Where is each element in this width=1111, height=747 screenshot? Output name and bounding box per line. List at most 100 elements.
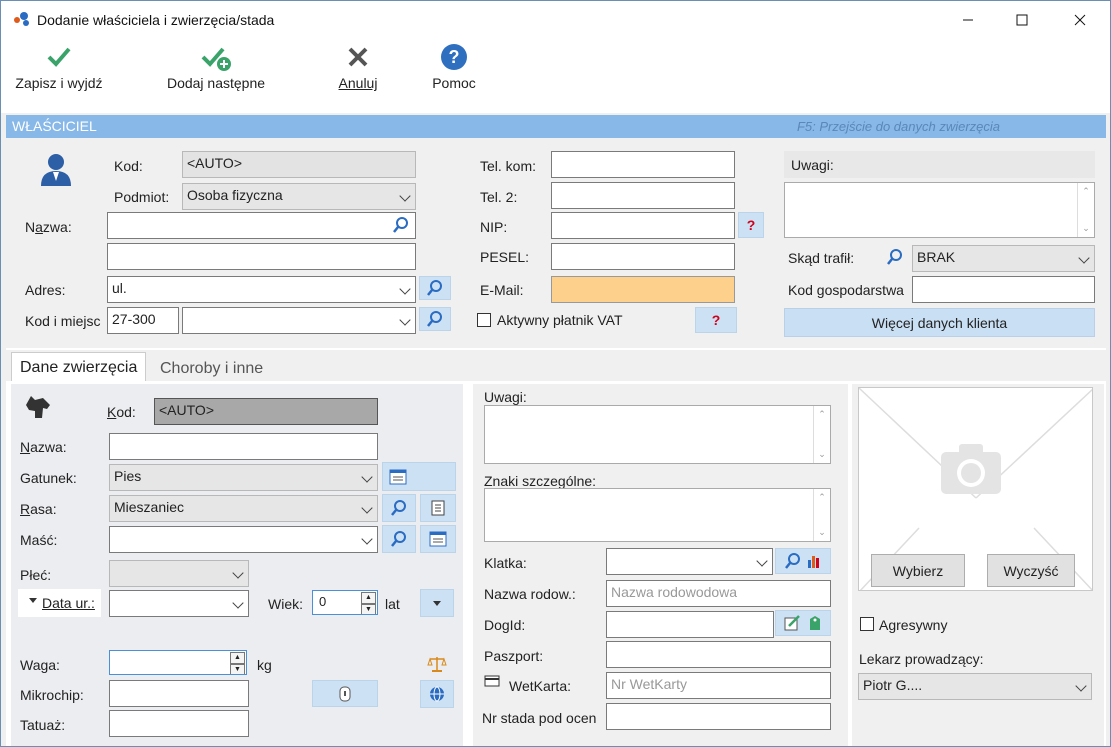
list-window-icon bbox=[389, 469, 407, 484]
photo-select-button[interactable]: Wybierz bbox=[871, 554, 965, 587]
animal-kod-field[interactable]: <AUTO> bbox=[154, 398, 378, 425]
nr-stada-field[interactable] bbox=[606, 703, 831, 730]
spin-up-icon[interactable]: ▲ bbox=[230, 652, 245, 664]
vat-help-button[interactable]: ? bbox=[695, 307, 737, 333]
nip-field[interactable] bbox=[551, 212, 735, 239]
search-icon[interactable] bbox=[393, 217, 409, 233]
owner-nazwa-field[interactable] bbox=[107, 212, 416, 239]
waga-label: Waga: bbox=[20, 657, 60, 673]
animal-nazwa-field[interactable] bbox=[109, 433, 378, 460]
maximize-button[interactable] bbox=[995, 1, 1049, 39]
postal-code-field[interactable]: 27-300 bbox=[107, 307, 179, 334]
search-icon[interactable] bbox=[785, 553, 801, 569]
tatuaz-label: Tatuaż: bbox=[20, 717, 66, 733]
rasa-document-button[interactable] bbox=[420, 494, 456, 522]
checkmark-icon bbox=[47, 47, 71, 67]
skad-select[interactable]: BRAK bbox=[912, 245, 1095, 272]
vat-label: Aktywny płatnik VAT bbox=[497, 312, 623, 328]
owner-kod-field[interactable]: <AUTO> bbox=[182, 151, 416, 178]
adres-value: ul. bbox=[112, 280, 127, 296]
masc-list-button[interactable] bbox=[420, 525, 456, 553]
data-ur-toggle[interactable]: Data ur.: bbox=[18, 589, 101, 617]
scrollbar[interactable]: ⌃ ⌄ bbox=[1077, 183, 1094, 237]
adres-select[interactable]: ul. bbox=[107, 276, 416, 303]
nazwa-rodow-field[interactable]: Nazwa rodowodowa bbox=[606, 580, 831, 607]
gatunek-select[interactable]: Pies bbox=[109, 464, 378, 491]
add-next-button[interactable]: Dodaj następne bbox=[161, 45, 271, 91]
znaki-label: Znaki szczególne: bbox=[484, 473, 597, 489]
owner-notes-textarea[interactable]: ⌃ ⌄ bbox=[784, 182, 1095, 238]
tatuaz-field[interactable] bbox=[109, 710, 249, 737]
caret-down-icon bbox=[433, 600, 441, 606]
minimize-button[interactable] bbox=[941, 1, 995, 39]
wiek-unit-dropdown[interactable] bbox=[420, 589, 454, 617]
save-exit-button[interactable]: Zapisz i wyjdź bbox=[9, 45, 109, 91]
photo-clear-button[interactable]: Wyczyść bbox=[987, 554, 1075, 587]
email-field[interactable] bbox=[551, 276, 735, 303]
chip-reader-button[interactable] bbox=[312, 680, 378, 707]
dogid-actions[interactable] bbox=[775, 610, 831, 636]
masc-select[interactable] bbox=[109, 526, 378, 553]
lat-label: lat bbox=[385, 596, 400, 612]
owner-nazwa2-field[interactable] bbox=[107, 243, 416, 270]
tel2-field[interactable] bbox=[551, 182, 735, 209]
scrollbar[interactable]: ⌃ ⌄ bbox=[813, 406, 830, 463]
mikrochip-field[interactable] bbox=[109, 680, 249, 707]
klatka-select[interactable] bbox=[606, 548, 773, 575]
znaki-textarea[interactable]: ⌃ ⌄ bbox=[484, 488, 831, 542]
wiek-spinner[interactable]: 0 ▲ ▼ bbox=[312, 590, 378, 615]
save-exit-label: Zapisz i wyjdź bbox=[15, 75, 103, 91]
nip-help-button[interactable]: ? bbox=[738, 212, 764, 238]
animal-notes-textarea[interactable]: ⌃ ⌄ bbox=[484, 405, 831, 464]
spin-up-icon[interactable]: ▲ bbox=[361, 592, 376, 604]
more-client-data-button[interactable]: Więcej danych klienta bbox=[784, 308, 1095, 337]
tel-kom-field[interactable] bbox=[551, 151, 735, 178]
cancel-button[interactable]: Anuluj bbox=[323, 45, 393, 91]
photo-placeholder[interactable]: Wybierz Wyczyść bbox=[858, 387, 1093, 591]
edit-icon[interactable] bbox=[784, 615, 800, 631]
data-ur-label: Data ur.: bbox=[42, 595, 95, 611]
spin-down-icon[interactable]: ▼ bbox=[361, 603, 376, 614]
paszport-field[interactable] bbox=[606, 641, 831, 668]
wetkarta-field[interactable]: Nr WetKarty bbox=[606, 672, 831, 699]
dogid-field[interactable] bbox=[606, 611, 774, 638]
rasa-value: Mieszaniec bbox=[114, 499, 185, 515]
rasa-select[interactable]: Mieszaniec bbox=[109, 495, 378, 522]
spinner-buttons[interactable]: ▲ ▼ bbox=[361, 592, 376, 614]
scale-icon[interactable] bbox=[427, 655, 447, 673]
kod-gosp-field[interactable] bbox=[912, 276, 1095, 303]
podmiot-select[interactable]: Osoba fizyczna bbox=[182, 183, 416, 210]
owner-kod-label: Kod: bbox=[114, 158, 143, 174]
lekarz-select[interactable]: Piotr G.... bbox=[858, 673, 1092, 700]
tab-animal-data[interactable]: Dane zwierzęcia bbox=[11, 352, 147, 382]
podmiot-value: Osoba fizyczna bbox=[187, 187, 283, 203]
help-button[interactable]: ? Pomoc bbox=[419, 43, 489, 91]
klatka-actions[interactable] bbox=[775, 548, 831, 574]
animal-kod-label: Kod: bbox=[107, 404, 136, 420]
podmiot-label: Podmiot: bbox=[114, 189, 170, 205]
data-ur-picker[interactable] bbox=[109, 590, 249, 617]
city-select[interactable] bbox=[182, 307, 416, 334]
waga-spinner[interactable]: ▲ ▼ bbox=[109, 650, 247, 675]
plec-select[interactable] bbox=[109, 560, 249, 587]
close-button[interactable] bbox=[1053, 1, 1107, 39]
chevron-down-icon bbox=[399, 314, 411, 326]
scrollbar[interactable]: ⌃ ⌄ bbox=[813, 489, 830, 541]
tab-diseases[interactable]: Choroby i inne bbox=[152, 354, 271, 384]
adres-search-button[interactable] bbox=[419, 276, 451, 300]
search-icon[interactable] bbox=[887, 249, 903, 265]
agresywny-checkbox[interactable] bbox=[860, 617, 874, 631]
city-search-button[interactable] bbox=[419, 307, 451, 331]
pesel-field[interactable] bbox=[551, 243, 735, 270]
chip-web-button[interactable] bbox=[420, 680, 454, 708]
spin-down-icon[interactable]: ▼ bbox=[230, 663, 245, 674]
masc-search-button[interactable] bbox=[382, 525, 416, 553]
dialog-window: Dodanie właściciela i zwierzęcia/stada Z… bbox=[0, 0, 1111, 747]
spinner-buttons[interactable]: ▲ ▼ bbox=[230, 652, 245, 674]
vat-checkbox[interactable] bbox=[477, 313, 491, 327]
skad-label: Skąd trafił: bbox=[788, 250, 855, 266]
bar-chart-icon[interactable] bbox=[807, 554, 821, 568]
tag-icon[interactable] bbox=[808, 615, 822, 631]
gatunek-list-button[interactable] bbox=[382, 462, 456, 491]
rasa-search-button[interactable] bbox=[382, 494, 416, 522]
